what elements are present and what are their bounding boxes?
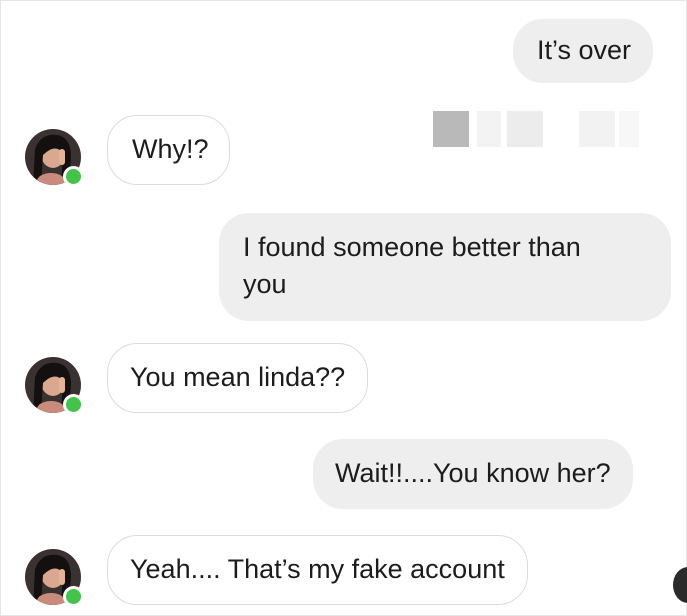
- sent-message[interactable]: I found someone better than you: [219, 213, 671, 321]
- contact-avatar[interactable]: [25, 129, 84, 187]
- received-message[interactable]: You mean linda??: [107, 343, 369, 413]
- message-text-line: you: [243, 269, 287, 299]
- message-text-line: I found someone better than: [243, 232, 581, 262]
- redacted-block: [579, 111, 615, 147]
- message-text: Wait!!....You know her?: [335, 458, 611, 488]
- online-status-icon: [63, 394, 84, 415]
- seen-avatar-icon: [673, 567, 687, 603]
- online-status-icon: [63, 586, 84, 607]
- sent-message[interactable]: Wait!!....You know her?: [313, 439, 633, 509]
- sent-message[interactable]: It’s over: [513, 19, 654, 83]
- received-message[interactable]: Why!?: [107, 115, 230, 185]
- chat-window: It’s over Why!? I found someone better t…: [0, 0, 687, 616]
- redacted-block: [507, 111, 543, 147]
- redacted-block: [433, 111, 469, 147]
- redacted-block: [619, 111, 639, 147]
- message-text: You mean linda??: [130, 362, 346, 392]
- message-text: It’s over: [537, 35, 632, 65]
- online-status-icon: [63, 166, 84, 187]
- message-text: Yeah.... That’s my fake account: [130, 554, 505, 584]
- received-message[interactable]: Yeah.... That’s my fake account: [107, 535, 528, 605]
- redacted-block: [477, 111, 501, 147]
- message-text: Why!?: [132, 134, 209, 164]
- contact-avatar[interactable]: [25, 357, 84, 415]
- contact-avatar[interactable]: [25, 549, 84, 607]
